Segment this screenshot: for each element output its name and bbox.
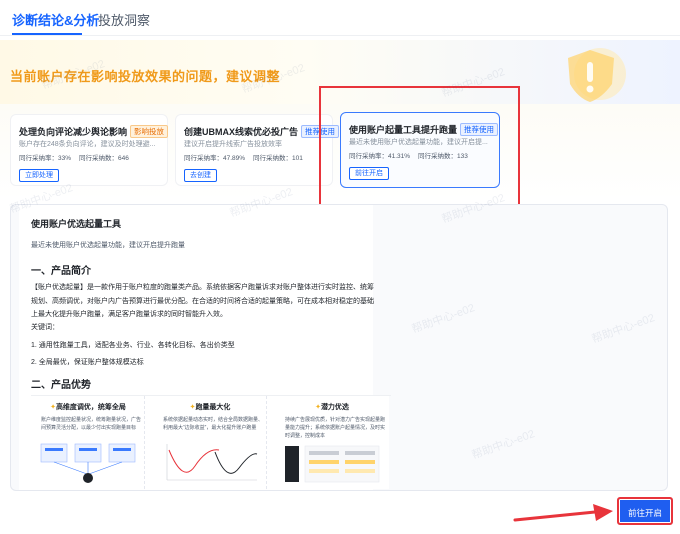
warning-shield-icon [568, 48, 626, 102]
detail-subtitle: 最近未使用账户优选起量功能，建议开启提升跑量 [31, 242, 185, 249]
card-tag: 影响投放 [130, 125, 169, 138]
feature-potential: ✦潜力优选 持续广告展现优质，针对潜力广告实现起量跑量能力提升；系统依据账户起量… [275, 396, 389, 489]
tab-bar: 诊断结论&分析 投放洞察 [0, 0, 680, 36]
card-title: 处理负向评论减少舆论影响 影响投放 [19, 125, 169, 138]
feature-illustration: ✦高维度调优，统筹全局 账户维度监控起量状况，统筹跑量状况，广告间预算灵活分配，… [31, 395, 391, 489]
tab-diagnosis[interactable]: 诊断结论&分析 [12, 10, 99, 29]
feature-title: ✦高维度调优，统筹全局 [50, 404, 126, 411]
feature-title: ✦潜力优选 [315, 404, 349, 411]
red-arrow-icon [513, 504, 613, 522]
card-desc: 建议开启提升线索广告投放效率 [184, 141, 282, 148]
suggestion-card-ubmax[interactable]: 创建UBMAX线索优必投广告 推荐使用 建议开启提升线索广告投放效率 同行采纳率：… [175, 114, 339, 186]
keywords-label: 关键词： [31, 324, 59, 331]
section-heading-advantages: 二、产品优势 [31, 380, 91, 391]
feature-global: ✦高维度调优，统筹全局 账户维度监控起量状况，统筹跑量状况，广告间预算灵活分配，… [31, 396, 145, 489]
handle-now-button[interactable]: 立即处理 [19, 169, 59, 182]
detail-title: 使用账户优选起量工具 [31, 219, 122, 229]
card-stats: 同行采纳率：33% 同行采纳数：646 [19, 155, 129, 162]
card-desc: 账户存在248条负向评论，建议及时处理避... [19, 141, 156, 148]
card-stats: 同行采纳率：47.89% 同行采纳数：101 [184, 155, 303, 162]
feature-desc: 持续广告展现优质，针对潜力广告实现起量跑量能力提升；系统依据账户起量情况，及时实… [285, 417, 386, 439]
detail-panel: 使用账户优选起量工具 最近未使用账户优选起量功能，建议开启提升跑量 一、产品简介… [10, 204, 668, 491]
tab-insight[interactable]: 投放洞察 [98, 10, 150, 29]
highlight-box [319, 86, 520, 218]
suggestion-card-comments[interactable]: 处理负向评论减少舆论影响 影响投放 账户存在248条负向评论，建议及时处理避...… [10, 114, 169, 186]
go-enable-button[interactable]: 前往开启 [617, 497, 673, 525]
section-heading-intro: 一、产品简介 [31, 266, 91, 277]
detail-content: 使用账户优选起量工具 最近未使用账户优选起量功能，建议开启提升跑量 一、产品简介… [19, 205, 391, 490]
budget-flow-diagram [40, 443, 136, 483]
list-item: 1. 通用性跑量工具，适配各业务、行业、各转化目标、各出价类型 [31, 342, 235, 349]
ad-ranking-diagram [285, 445, 380, 483]
intro-paragraph: 【账户优选起量】是一款作用于账户粒度的跑量类产品。系统依据客户跑量诉求对账户整体… [31, 284, 374, 318]
feature-title: ✦跑量最大化 [189, 404, 231, 411]
feature-maximize: ✦跑量最大化 系统依据起量动态实时，结合全局数据跑量、利用最大“边际收益”，最大… [153, 396, 267, 489]
list-item: 2. 全局最优，保证账户整体规模达标 [31, 359, 144, 366]
active-tab-indicator [12, 33, 82, 35]
feature-desc: 账户维度监控起量状况，统筹跑量状况，广告间预算灵活分配，以最少付出实现跑量目标 [41, 417, 142, 431]
banner-title: 当前账户存在影响投放效果的问题，建议调整 [10, 69, 281, 84]
feature-desc: 系统依据起量动态实时，结合全局数据跑量、利用最大“边际收益”，最大化提升账户跑量 [163, 417, 264, 431]
create-button[interactable]: 去创建 [184, 169, 217, 182]
volume-curve-diagram [166, 444, 258, 481]
card-title: 创建UBMAX线索优必投广告 推荐使用 [184, 125, 339, 138]
